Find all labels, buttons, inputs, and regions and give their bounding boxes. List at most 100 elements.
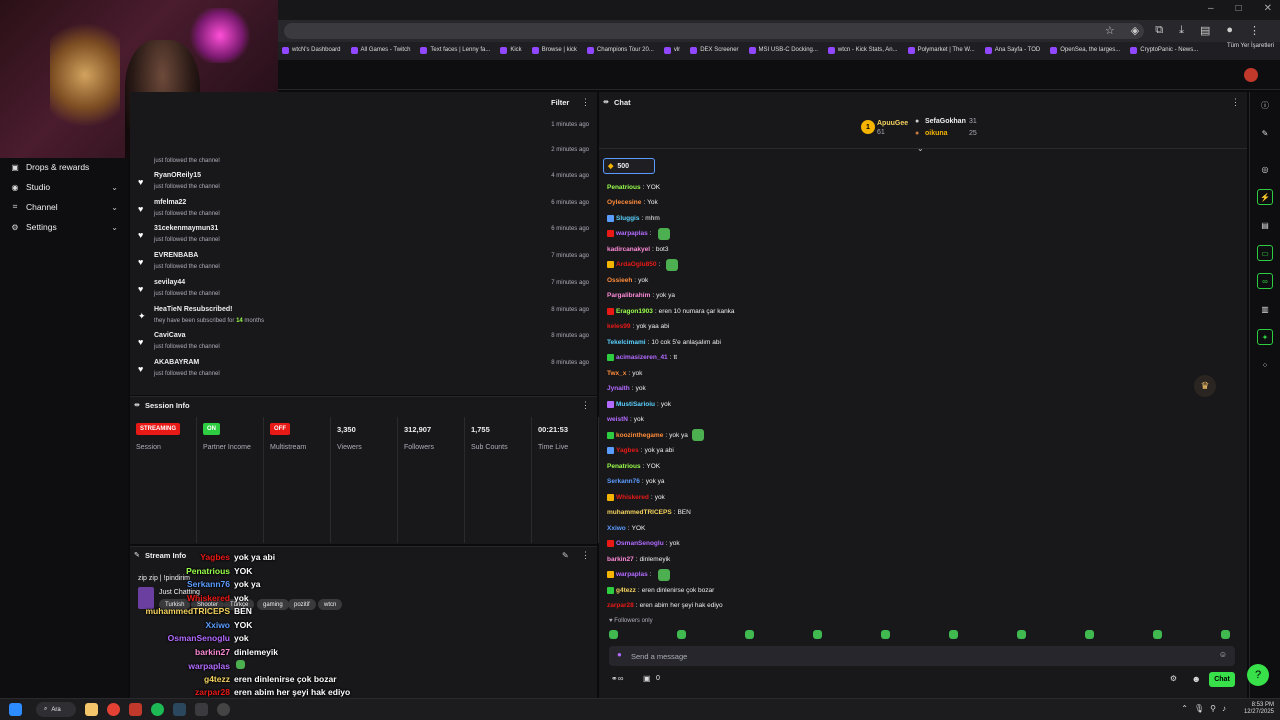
emote-icon[interactable] [609, 630, 618, 639]
leader-name[interactable]: ApuuGee [877, 120, 908, 127]
bookmark-item[interactable]: Kick [500, 43, 522, 57]
pencil-icon[interactable]: ✎ [1257, 125, 1273, 141]
profile-icon[interactable]: ● [1226, 24, 1233, 37]
chat-username[interactable]: Eragon1903 [616, 308, 653, 315]
chat-username[interactable]: Jynaith [607, 385, 630, 392]
extension-icon[interactable]: ◈ [1131, 24, 1139, 37]
emote-icon[interactable] [745, 630, 754, 639]
other-bookmarks[interactable]: Tüm Yer İşaretleri [1227, 43, 1274, 49]
chat-username[interactable]: barkin27 [607, 556, 634, 563]
url-input[interactable] [284, 23, 1144, 39]
stream-tag[interactable]: pozitif [288, 599, 316, 610]
mic-icon[interactable]: ● [617, 650, 622, 659]
bookmark-item[interactable]: All Games - Twitch [350, 43, 410, 57]
folder-icon[interactable] [85, 703, 98, 716]
bookmark-item[interactable]: MSI USB-C Docking... [748, 43, 818, 57]
chat-username[interactable]: Xxiwo [607, 525, 626, 532]
event-user[interactable]: RyanOReily15 [154, 172, 201, 179]
group-icon[interactable]: ⁘ [1257, 357, 1273, 373]
chat-username[interactable]: Pargalibrahim [607, 292, 650, 299]
chat-username[interactable]: acimasizeren_41 [616, 354, 668, 361]
app-icon[interactable] [195, 703, 208, 716]
chat-username[interactable]: Oylecesine [607, 199, 641, 206]
download-icon[interactable]: ⤓ [1179, 24, 1184, 37]
chat-username[interactable]: Serkann76 [607, 478, 640, 485]
chat-username[interactable]: Ossieeh [607, 277, 632, 284]
category-name[interactable]: Just Chatting [159, 589, 200, 596]
maximize-button[interactable]: □ [1236, 3, 1242, 14]
bookmark-item[interactable]: Browse | kick [531, 43, 577, 57]
crown-icon[interactable]: ♛ [1194, 375, 1216, 397]
bookmark-item[interactable]: CryptoPanic - News... [1130, 43, 1198, 57]
info-icon[interactable]: ⓘ [1257, 97, 1273, 113]
bookmark-item[interactable]: vlr [663, 43, 680, 57]
bookmark-item[interactable]: Text faces | Lenny fa... [420, 43, 490, 57]
obs-icon[interactable] [217, 703, 230, 716]
link-icon[interactable]: ⚭∞ [611, 674, 623, 683]
chat-username[interactable]: Tekelcimami [607, 339, 646, 346]
chat-username[interactable]: Sluggis [616, 215, 639, 222]
event-user[interactable]: sevilay44 [154, 279, 185, 286]
bookmark-item[interactable]: wtcN's Dashboard [282, 43, 341, 57]
tray-icons[interactable]: ⌃🎙⚲♪ [1181, 704, 1232, 713]
emote-icon[interactable] [881, 630, 890, 639]
taskbar-search[interactable]: ⌕ Ara [36, 702, 76, 717]
leader-name[interactable]: SefaGokhan [925, 118, 966, 125]
link-icon[interactable]: ∞ [1257, 273, 1273, 289]
chat-username[interactable]: warpaplas [616, 571, 648, 578]
bookmark-item[interactable]: wtcn - Kick Stats, An... [827, 43, 898, 57]
chat-input[interactable] [631, 649, 1211, 663]
emote-icon[interactable] [1017, 630, 1026, 639]
lightning-icon[interactable]: ⚡ [1257, 189, 1273, 205]
more-icon[interactable]: ⋮ [581, 97, 590, 108]
avatar[interactable] [1244, 68, 1258, 82]
gift-icon[interactable]: ▣ [643, 674, 651, 683]
sidebar-item-studio[interactable]: ◉ Studio ⌄ [0, 178, 128, 196]
minimize-button[interactable]: – [1208, 3, 1214, 14]
chat-username[interactable]: ArdaOglu850 [616, 261, 656, 268]
chat-username[interactable]: Penatrious [607, 463, 641, 470]
more-icon[interactable]: ⋮ [1231, 97, 1240, 108]
document-icon[interactable]: ▤ [1257, 217, 1273, 233]
emote-icon[interactable] [677, 630, 686, 639]
steam-icon[interactable] [173, 703, 186, 716]
windows-start-icon[interactable] [9, 703, 22, 716]
chat-username[interactable]: Yagbes [616, 447, 639, 454]
more-icon[interactable]: ⋮ [581, 550, 590, 561]
chat-username[interactable]: OsmanSenoglu [616, 540, 664, 547]
people-icon[interactable]: ☻ [1192, 674, 1201, 684]
stream-tag[interactable]: wtcn [318, 599, 343, 610]
emote-icon[interactable] [1085, 630, 1094, 639]
camera-icon[interactable]: ◎ [1257, 161, 1273, 177]
edit-icon[interactable]: ✎ [562, 551, 569, 560]
send-chat-button[interactable]: Chat [1209, 672, 1235, 687]
stream-tag[interactable]: Shooter [191, 599, 225, 610]
bookmark-item[interactable]: Champions Tour 20... [586, 43, 654, 57]
gear-icon[interactable]: ⚙ [1170, 674, 1177, 683]
chat-username[interactable]: weistN [607, 416, 628, 423]
event-user[interactable]: mfelma22 [154, 199, 186, 206]
event-user[interactable]: EVRENBABA [154, 252, 198, 259]
sidebar-item-drops[interactable]: ▣ Drops & rewards [0, 158, 128, 176]
server-icon[interactable]: ▥ [1257, 301, 1273, 317]
leader-name[interactable]: oikuna [925, 130, 948, 137]
event-user[interactable]: HeaTieN Resubscribed! [154, 306, 232, 313]
chat-username[interactable]: muhammedTRICEPS [607, 509, 672, 516]
chat-bubble-icon[interactable]: ▭ [1257, 245, 1273, 261]
sidebar-item-settings[interactable]: ⚙ Settings ⌄ [0, 218, 128, 236]
chat-username[interactable]: Whiskered [616, 494, 649, 501]
close-icon[interactable]: ✕ [1264, 3, 1272, 14]
bookmark-item[interactable]: Polymarket | The W... [907, 43, 975, 57]
chrome-icon[interactable] [107, 703, 120, 716]
chat-username[interactable]: koozinthegame [616, 432, 663, 439]
chat-username[interactable]: MustiSarioiu [616, 401, 655, 408]
star-icon[interactable]: ☆ [1105, 24, 1115, 37]
more-icon[interactable]: ⋮ [581, 400, 590, 411]
app-icon[interactable] [129, 703, 142, 716]
wrench-icon[interactable]: ✦ [1257, 329, 1273, 345]
chat-username[interactable]: Penatrious [607, 184, 641, 191]
sidebar-icon[interactable]: ▤ [1200, 24, 1210, 37]
emote-icon[interactable] [949, 630, 958, 639]
spotify-icon[interactable] [151, 703, 164, 716]
stream-tag[interactable]: gaming [257, 599, 289, 610]
